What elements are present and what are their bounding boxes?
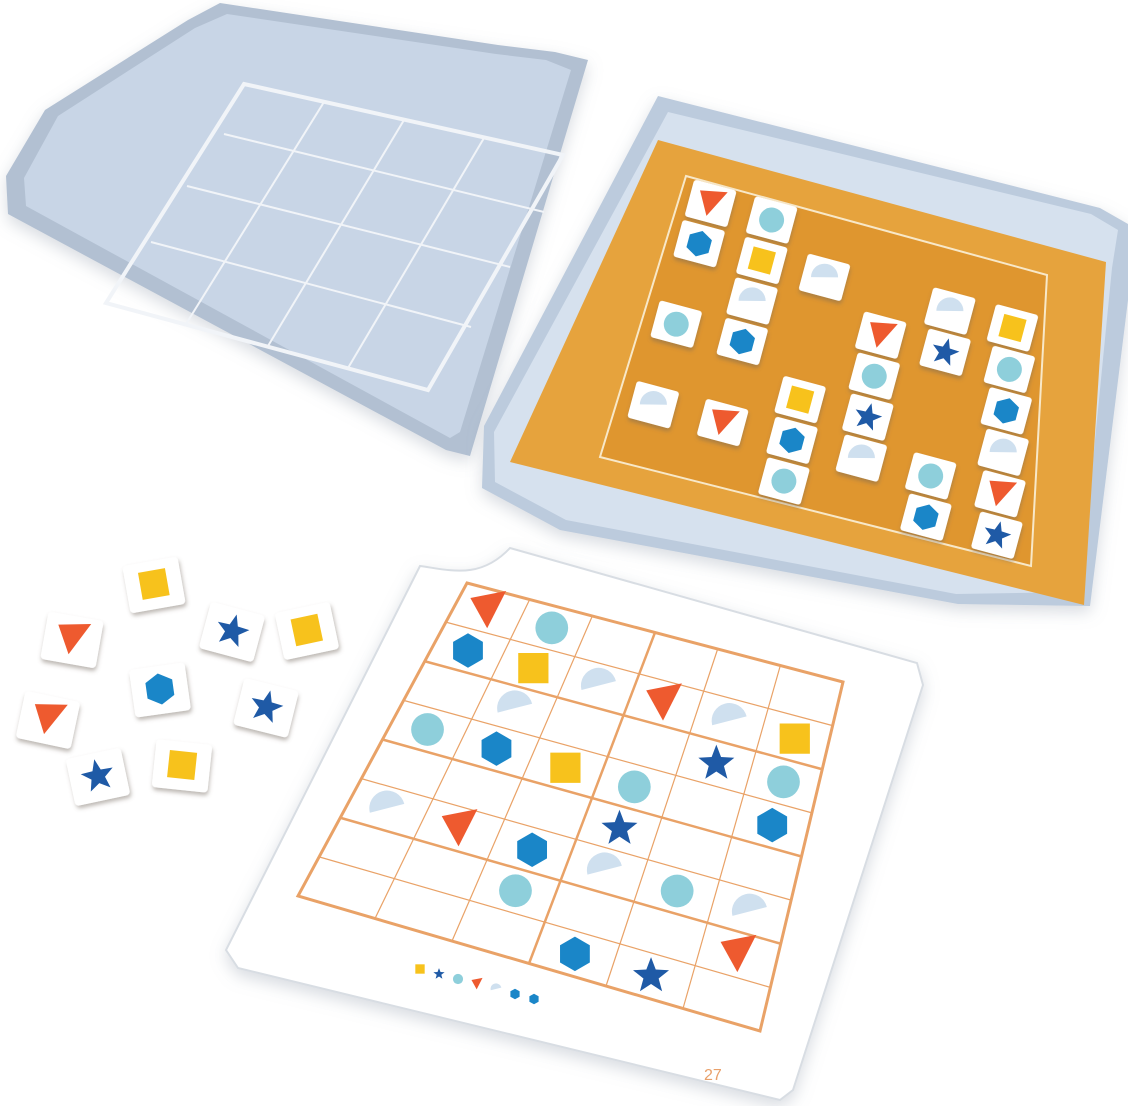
loose-tile[interactable] [16,691,81,750]
loose-tile[interactable] [129,662,191,718]
square-shape [137,568,170,600]
square-shape [779,723,810,754]
card-page-number: 27 [704,1067,722,1084]
loose-tile[interactable] [199,602,266,663]
loose-tile[interactable] [66,748,131,807]
loose-tile[interactable] [122,557,186,614]
loose-tile[interactable] [275,602,340,661]
loose-tile[interactable] [152,739,213,793]
circle-shape [617,770,651,804]
square-shape [518,653,549,684]
circle-shape [767,765,800,799]
circle-shape [660,874,694,908]
tin-lid[interactable] [6,3,588,456]
circle-shape [535,611,569,645]
square-shape [290,613,324,647]
loose-tile[interactable] [233,678,299,738]
circle-shape [499,874,532,908]
tin-tray [482,96,1128,606]
loose-tile[interactable] [40,612,104,669]
square-shape [550,752,581,783]
game-scene [6,3,1128,1102]
square-shape [167,749,198,781]
loose-tiles[interactable] [16,557,340,807]
circle-shape [452,973,464,985]
square-shape [415,964,425,974]
circle-shape [411,713,444,746]
